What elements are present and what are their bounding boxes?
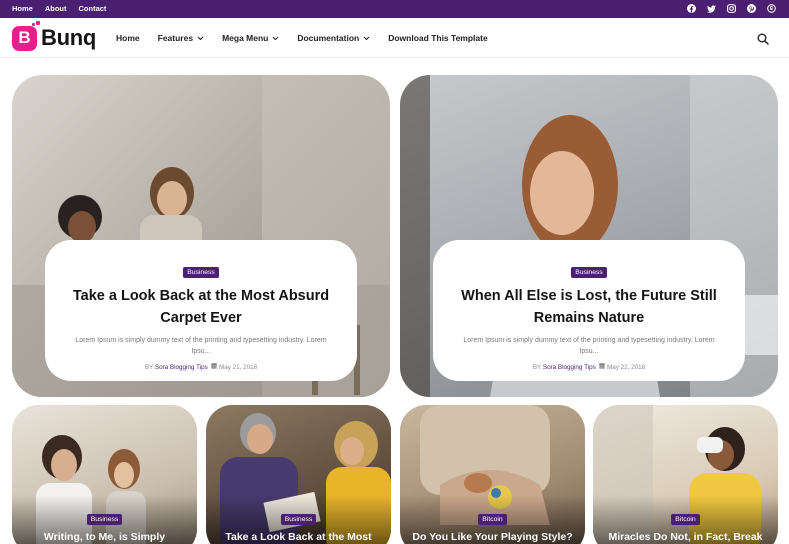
nav-label: Features: [157, 33, 194, 43]
meta-by: BY: [532, 364, 542, 371]
top-links: Home About Contact: [12, 4, 106, 13]
post-author[interactable]: Sora Blogging Tips: [155, 364, 208, 371]
site-logo[interactable]: B Bunq: [12, 20, 97, 51]
card-caption: Business Take a Look Back at the Most Ga…: [206, 508, 391, 544]
logo-dot: [32, 22, 35, 26]
top-bar: Home About Contact: [0, 0, 789, 18]
calendar-icon: [211, 363, 217, 369]
post-title[interactable]: Writing, to Me, is Simply Thinking Throu…: [22, 530, 187, 544]
top-link-home[interactable]: Home: [12, 4, 33, 13]
card-caption: Bitcoin Do You Like Your Playing Style? …: [400, 508, 585, 544]
post-card-1[interactable]: Business Writing, to Me, is Simply Think…: [12, 405, 197, 544]
logo-mark: B: [12, 20, 40, 51]
category-tag[interactable]: Bitcoin: [478, 514, 507, 525]
nav-item-mega-menu[interactable]: Mega Menu: [222, 33, 279, 43]
chevron-down-icon: [363, 36, 370, 40]
nav-label: Download This Template: [388, 33, 488, 43]
post-excerpt: Lorem Ipsum is simply dummy text of the …: [463, 337, 715, 355]
post-author[interactable]: Sora Blogging Tips: [543, 364, 596, 371]
category-tag[interactable]: Business: [280, 514, 317, 525]
nav-label: Documentation: [297, 33, 360, 43]
post-meta: BY Sora Blogging Tips May 21, 2018: [45, 363, 357, 371]
top-link-about[interactable]: About: [45, 4, 67, 13]
chevron-down-icon: [197, 36, 204, 40]
post-title[interactable]: Do You Like Your Playing Style? Try New …: [410, 530, 575, 544]
post-date: May 22, 2018: [606, 364, 646, 371]
nav-label: Home: [116, 33, 140, 43]
post-date: May 21, 2018: [218, 364, 258, 371]
featured-post-1[interactable]: Business Take a Look Back at the Most Ab…: [12, 75, 390, 397]
card-caption: Business Writing, to Me, is Simply Think…: [12, 508, 197, 544]
category-tag[interactable]: Bitcoin: [671, 514, 700, 525]
post-title[interactable]: When All Else is Lost, the Future Still …: [457, 285, 721, 329]
site-header: B Bunq Home Features Mega Menu Documenta…: [0, 18, 789, 58]
logo-dot: [36, 20, 40, 25]
calendar-icon: [599, 363, 605, 369]
featured-caption: Business Take a Look Back at the Most Ab…: [45, 240, 357, 381]
social-links: [686, 3, 777, 14]
twitter-icon[interactable]: [706, 3, 717, 14]
skype-icon[interactable]: [766, 3, 777, 14]
chevron-down-icon: [272, 36, 279, 40]
search-icon[interactable]: [757, 32, 769, 45]
post-excerpt: Lorem Ipsum is simply dummy text of the …: [75, 337, 327, 355]
top-link-contact[interactable]: Contact: [79, 4, 107, 13]
nav-item-download[interactable]: Download This Template: [388, 33, 488, 43]
post-card-2[interactable]: Business Take a Look Back at the Most Ga…: [206, 405, 391, 544]
post-card-4[interactable]: Bitcoin Miracles Do Not, in Fact, Break …: [593, 405, 778, 544]
meta-by: BY: [144, 364, 154, 371]
main-nav: Home Features Mega Menu Documentation Do…: [116, 33, 488, 43]
post-card-3[interactable]: Bitcoin Do You Like Your Playing Style? …: [400, 405, 585, 544]
instagram-icon[interactable]: [726, 3, 737, 14]
logo-text: Bunq: [41, 25, 97, 50]
post-meta: BY Sora Blogging Tips May 22, 2018: [433, 363, 745, 371]
post-title[interactable]: Take a Look Back at the Most Gala Red Ca…: [216, 530, 381, 544]
category-tag[interactable]: Business: [86, 514, 123, 525]
post-title[interactable]: Take a Look Back at the Most Absurd Carp…: [69, 285, 333, 329]
card-caption: Bitcoin Miracles Do Not, in Fact, Break …: [593, 508, 778, 544]
pinterest-icon[interactable]: [746, 3, 757, 14]
nav-label: Mega Menu: [222, 33, 269, 43]
logo-letter: B: [18, 28, 31, 47]
nav-item-features[interactable]: Features: [158, 33, 204, 43]
nav-item-home[interactable]: Home: [116, 33, 140, 43]
category-tag[interactable]: Business: [183, 267, 219, 278]
nav-item-documentation[interactable]: Documentation: [297, 33, 370, 43]
featured-post-2[interactable]: Business When All Else is Lost, the Futu…: [400, 75, 778, 397]
featured-caption: Business When All Else is Lost, the Futu…: [433, 240, 745, 381]
category-tag[interactable]: Business: [571, 267, 607, 278]
post-title[interactable]: Miracles Do Not, in Fact, Break the Laws…: [603, 530, 768, 544]
facebook-icon[interactable]: [686, 3, 697, 14]
